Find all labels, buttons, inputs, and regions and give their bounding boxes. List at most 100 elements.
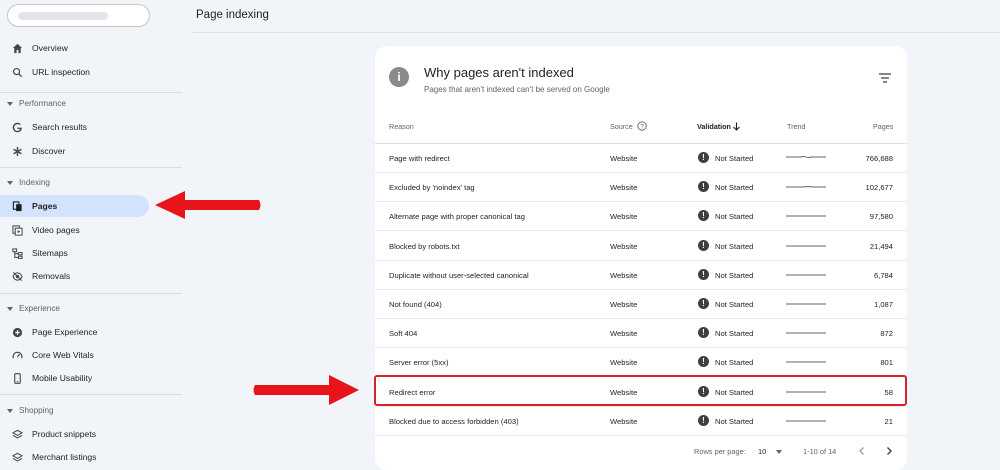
alert-icon: ! [698,239,709,251]
sidebar-item-url-inspection[interactable]: URL inspection [0,61,149,83]
reason-cell: Blocked by robots.txt [389,241,460,251]
column-header-reason[interactable]: Reason [389,122,414,131]
pages-count: 6,784 [873,270,893,280]
table-row[interactable]: Duplicate without user-selected canonica… [375,261,907,290]
sidebar-item-core-web-vitals[interactable]: Core Web Vitals [0,344,149,366]
divider [0,92,182,93]
reason-cell: Server error (5xx) [389,358,449,368]
sidebar-item-sitemaps[interactable]: Sitemaps [0,242,149,264]
table-row[interactable]: Blocked by robots.txt Website! Not Started… [375,232,907,261]
trend-sparkline [786,156,826,158]
card-title: Why pages aren't indexed [424,65,574,80]
pages-count: 766,688 [865,154,893,163]
column-header-pages[interactable]: Pages [873,122,893,131]
chevron-left-icon[interactable] [856,445,868,457]
pages-count: 102,677 [865,183,893,193]
svg-text:?: ? [640,123,644,130]
sidebar-item-page-experience[interactable]: Page Experience [0,321,149,343]
table-row[interactable]: Not found (404) Website! Not Started 1,087 [375,290,907,319]
table-row[interactable]: Blocked due to access forbidden (403) Web… [375,407,907,436]
sidebar-item-overview[interactable]: Overview [0,37,149,59]
section-experience[interactable]: Experience [0,304,60,313]
alert-icon: ! [698,327,709,339]
pagination-range: 1-10 of 14 [803,447,837,456]
removals-icon [11,270,24,283]
reason-cell: Blocked due to access forbidden (403) [389,416,519,426]
sitemap-icon [11,247,24,260]
validation-status: Not Started [715,329,754,339]
section-indexing[interactable]: Indexing [0,178,50,187]
sidebar-item-label: Discover [32,146,66,156]
property-name-redacted [18,12,108,20]
divider [0,167,182,168]
sidebar-item-label: Sitemaps [32,248,68,258]
column-header-validation[interactable]: Validation [697,122,731,131]
help-icon[interactable]: ? [637,121,647,131]
source-cell: Website [610,358,638,368]
trend-sparkline [786,186,826,188]
google-g-icon [11,121,24,134]
table-row[interactable]: Soft 404 Website! Not Started 872 [375,319,907,349]
search-icon [11,66,24,79]
validation-status: Not Started [715,183,754,193]
pages-count: 872 [880,329,893,339]
sidebar-item-pages[interactable]: Pages [0,195,149,217]
source-cell: Website [610,270,638,280]
sort-down-arrow-icon[interactable] [732,122,741,131]
table-row[interactable]: Server error (5xx) Website! Not Started 801 [375,348,907,378]
sidebar-item-search-results[interactable]: Search results [0,116,149,138]
source-cell: Website [610,416,638,426]
rows-per-page-select[interactable]: 10 [758,447,766,456]
layers-icon [11,451,24,464]
reason-cell: Alternate page with proper canonical tag [389,212,525,222]
sidebar-item-product-snippets[interactable]: Product snippets [0,423,149,445]
video-pages-icon [11,224,24,237]
sidebar-item-merchant-listings[interactable]: Merchant listings [0,446,149,468]
alert-icon: ! [698,414,709,426]
validation-status: Not Started [715,416,754,426]
validation-status: Not Started [715,300,754,309]
source-cell: Website [610,329,638,339]
sidebar-item-label: Video pages [32,225,80,235]
chevron-right-icon[interactable] [883,445,895,457]
page-header: Page indexing [192,0,1000,33]
sidebar-item-label: URL inspection [32,67,90,77]
alert-icon: ! [698,298,709,309]
source-cell: Website [610,300,638,309]
sidebar-item-label: Pages [32,201,58,211]
section-shopping[interactable]: Shopping [0,406,54,415]
sidebar-item-mobile-usability[interactable]: Mobile Usability [0,367,149,389]
filter-icon[interactable] [878,72,892,84]
highlight-box [374,375,907,406]
sidebar-item-removals[interactable]: Removals [0,265,149,287]
validation-status: Not Started [715,154,754,163]
trend-sparkline [786,420,826,422]
section-performance[interactable]: Performance [0,99,66,108]
sidebar-item-label: Page Experience [32,327,98,337]
table-row[interactable]: Page with redirect Website! Not Started 766… [375,144,907,173]
trend-sparkline [786,332,826,334]
sidebar-item-label: Search results [32,122,87,132]
sidebar-item-label: Product snippets [32,429,97,439]
pages-count: 21 [884,416,893,426]
source-cell: Website [610,183,638,193]
sidebar-item-video-pages[interactable]: Video pages [0,219,149,241]
info-icon: i [389,67,409,87]
annotation-arrow-left [155,191,261,219]
pages-count: 1,087 [873,300,893,309]
trend-sparkline [786,303,826,305]
why-not-indexed-card: i Why pages aren't indexed Pages that ar… [375,46,907,470]
sidebar: Overview URL inspection Performance Sear… [0,0,192,470]
alert-icon: ! [698,356,709,368]
table-row[interactable]: Excluded by 'noindex' tag Website! Not Sta… [375,173,907,203]
table-row[interactable]: Alternate page with proper canonical tag… [375,202,907,232]
sidebar-item-discover[interactable]: Discover [0,140,149,162]
chevron-down-icon[interactable] [776,450,782,454]
column-header-source[interactable]: Source [610,122,633,131]
property-selector[interactable] [7,4,150,27]
reason-cell: Soft 404 [389,329,418,339]
pages-count: 21,494 [869,241,893,251]
phone-icon [11,372,24,385]
pages-icon [11,200,24,213]
sidebar-item-label: Mobile Usability [32,373,93,383]
